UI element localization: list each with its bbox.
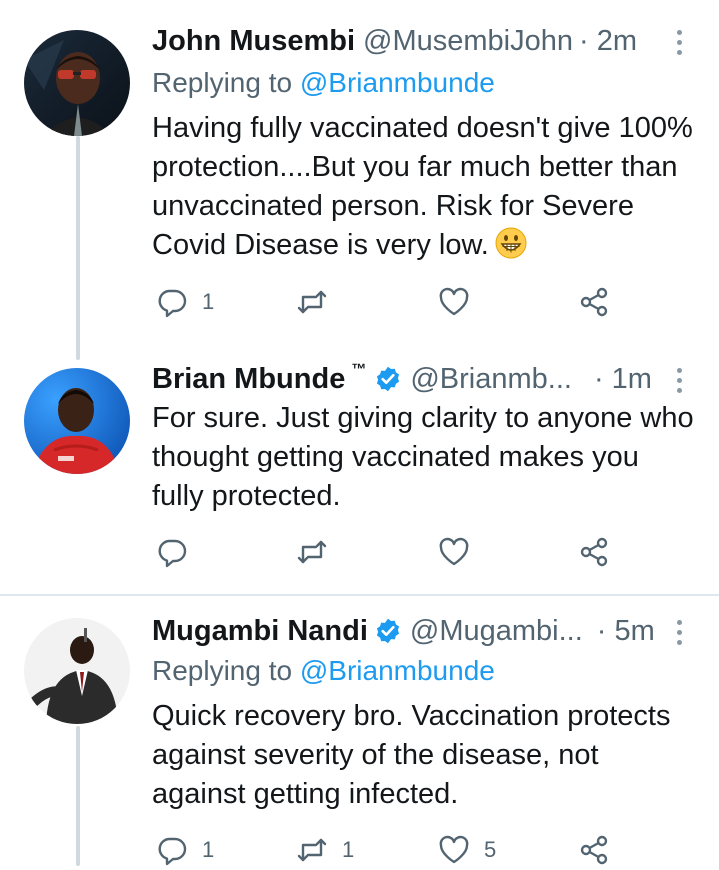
reply-icon <box>158 289 187 318</box>
replying-to-link[interactable]: @Brianmbunde <box>300 655 495 686</box>
avatar-mugambi-nandi[interactable] <box>24 618 130 724</box>
like-button[interactable] <box>438 282 484 322</box>
timestamp[interactable]: · 5m <box>597 612 655 650</box>
retweet-button[interactable] <box>296 282 342 322</box>
more-options-icon[interactable] <box>677 30 683 56</box>
replying-prefix: Replying to <box>152 655 300 686</box>
retweet-button[interactable]: 1 <box>296 830 354 870</box>
display-name[interactable]: Mugambi Nandi <box>152 612 368 650</box>
tweet-brian-mbunde[interactable]: Brian Mbunde ™ @Brianmb... · 1m For sure… <box>0 350 719 594</box>
tweet-actions: 1 <box>156 282 626 322</box>
trademark-symbol: ™ <box>351 361 367 378</box>
share-icon <box>580 835 608 865</box>
reply-count: 1 <box>202 837 215 862</box>
reply-button[interactable]: 1 <box>156 282 214 322</box>
verified-badge-icon <box>374 617 402 645</box>
replying-to: Replying to @Brianmbunde <box>152 64 495 102</box>
share-icon <box>580 537 608 567</box>
share-icon <box>580 287 608 317</box>
retweet-button[interactable] <box>296 532 342 572</box>
like-button[interactable]: 5 <box>438 830 496 870</box>
tweet-text: Quick recovery bro. Vaccination protects… <box>152 700 671 810</box>
tweet-actions <box>156 532 626 572</box>
user-handle[interactable]: @Mugambi... <box>410 612 583 650</box>
avatar-john-musembi[interactable] <box>24 30 130 136</box>
timestamp[interactable]: · 2m <box>579 22 637 60</box>
reply-icon <box>158 837 187 866</box>
user-handle[interactable]: @Brianmb... <box>410 360 572 398</box>
tweet-john-musembi[interactable]: John Musembi @MusembiJohn · 2m Replying … <box>0 0 719 360</box>
tweet-text: For sure. Just giving clarity to anyone … <box>152 402 694 512</box>
retweet-count: 1 <box>342 837 355 862</box>
reply-count: 1 <box>202 289 215 314</box>
tweet-header: Mugambi Nandi @Mugambi... · 5m <box>152 612 695 650</box>
like-icon <box>439 287 469 316</box>
more-options-icon[interactable] <box>677 620 683 646</box>
avatar-brian-mbunde[interactable] <box>24 368 130 474</box>
retweet-icon <box>297 290 327 314</box>
replying-prefix: Replying to <box>152 67 300 98</box>
like-icon <box>439 537 469 566</box>
share-button[interactable] <box>578 532 610 572</box>
thread-connector-line <box>76 726 80 866</box>
like-icon <box>439 835 469 864</box>
replying-to-link[interactable]: @Brianmbunde <box>300 67 495 98</box>
retweet-icon <box>297 540 327 564</box>
display-name[interactable]: John Musembi <box>152 22 355 60</box>
tweet-text: Having fully vaccinated doesn't give 100… <box>152 109 697 265</box>
timestamp[interactable]: · 1m <box>594 360 652 398</box>
retweet-icon <box>297 838 327 862</box>
display-name[interactable]: Brian Mbunde <box>152 360 345 398</box>
tweet-text-content: Having fully vaccinated doesn't give 100… <box>152 112 693 261</box>
tweet-header: Brian Mbunde ™ @Brianmb... · 1m <box>152 360 695 398</box>
share-button[interactable] <box>578 282 610 322</box>
tweet-actions: 1 1 5 <box>156 830 626 870</box>
like-button[interactable] <box>438 532 484 572</box>
reply-button[interactable] <box>156 532 202 572</box>
reply-icon <box>158 539 187 568</box>
verified-badge-icon <box>374 365 402 393</box>
more-options-icon[interactable] <box>677 368 683 394</box>
tweet-header: John Musembi @MusembiJohn · 2m <box>152 22 695 60</box>
tweet-mugambi-nandi[interactable]: Mugambi Nandi @Mugambi... · 5m Replying … <box>0 596 719 866</box>
reply-button[interactable]: 1 <box>156 830 214 870</box>
share-button[interactable] <box>578 830 610 870</box>
like-count: 5 <box>484 837 497 862</box>
grinning-face-emoji <box>495 227 527 259</box>
user-handle[interactable]: @MusembiJohn <box>363 22 573 60</box>
replying-to: Replying to @Brianmbunde <box>152 652 495 690</box>
thread-connector-line <box>76 136 80 360</box>
